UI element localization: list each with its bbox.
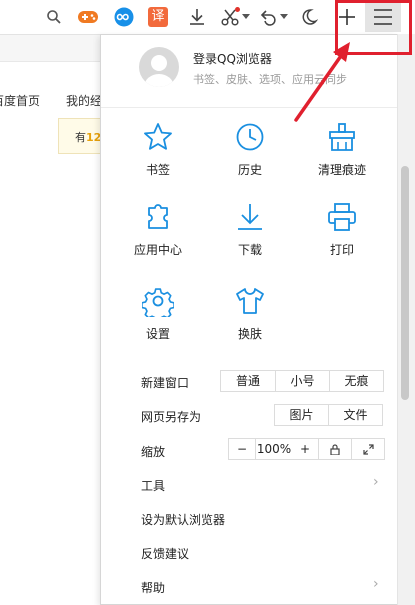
- chevron-right-icon: ›: [373, 474, 379, 490]
- zoom-out-button[interactable]: −: [229, 439, 256, 459]
- star-icon: [144, 123, 172, 150]
- menu-tools[interactable]: 工具: [141, 477, 165, 494]
- menu-bookmarks[interactable]: 书签: [113, 121, 203, 178]
- translate-glyph: 译: [148, 7, 168, 27]
- login-section[interactable]: 登录QQ浏览器 书签、皮肤、选项、应用云同步: [101, 35, 397, 108]
- menu-downloads-label: 下载: [237, 243, 262, 257]
- menu-app-center[interactable]: 应用中心: [113, 201, 203, 258]
- printer-icon: [328, 203, 356, 231]
- loop-icon[interactable]: [112, 5, 136, 29]
- menu-skins[interactable]: 换肤: [205, 285, 295, 342]
- login-title[interactable]: 登录QQ浏览器: [193, 50, 272, 67]
- menu-bookmarks-label: 书签: [145, 163, 170, 177]
- login-subtitle: 书签、皮肤、选项、应用云同步: [193, 73, 347, 86]
- download-icon: [238, 204, 262, 230]
- menu-print-label: 打印: [329, 243, 354, 257]
- new-window-options: 普通 小号 无痕: [220, 370, 384, 392]
- menu-feedback[interactable]: 反馈建议: [141, 545, 189, 562]
- page-tip-prefix: 有: [75, 131, 86, 144]
- browser-toolbar: 译: [0, 0, 415, 35]
- menu-clear-traces-label: 清理痕迹: [317, 163, 366, 177]
- new-window-label: 新建窗口: [141, 376, 190, 390]
- night-mode-icon[interactable]: [297, 5, 321, 29]
- menu-history[interactable]: 历史: [205, 121, 295, 178]
- chevron-down-icon[interactable]: [240, 5, 252, 29]
- new-window-normal-button[interactable]: 普通: [221, 371, 276, 391]
- menu-settings-label: 设置: [145, 327, 170, 341]
- menu-downloads[interactable]: 下载: [205, 201, 295, 258]
- undo-icon[interactable]: [256, 5, 280, 29]
- menu-help[interactable]: 帮助: [141, 579, 165, 596]
- zoom-value: 100%: [256, 442, 292, 456]
- fullscreen-button[interactable]: [352, 439, 384, 459]
- menu-icon: [374, 9, 392, 25]
- fullscreen-icon: [362, 444, 374, 455]
- page-link-mine[interactable]: 我的经: [66, 92, 102, 109]
- zoom-controls: − 100% +: [228, 438, 385, 460]
- page-top-strip: [0, 35, 100, 62]
- new-window-incognito-button[interactable]: 无痕: [330, 371, 383, 391]
- menu-settings[interactable]: 设置: [113, 285, 203, 342]
- menu-app-center-label: 应用中心: [133, 243, 182, 257]
- screenshot-icon[interactable]: [218, 5, 242, 29]
- puzzle-icon: [148, 204, 168, 229]
- search-icon[interactable]: [42, 5, 66, 29]
- menu-print[interactable]: 打印: [297, 201, 387, 258]
- shirt-icon: [236, 288, 264, 314]
- menu-skins-label: 换肤: [237, 327, 262, 341]
- menu-clear-traces[interactable]: 清理痕迹: [297, 121, 387, 178]
- gear-icon: [142, 288, 174, 317]
- clock-icon: [236, 123, 264, 151]
- broom-icon: [329, 123, 355, 151]
- plus-icon[interactable]: [335, 5, 359, 29]
- lock-icon: [330, 444, 340, 456]
- game-icon[interactable]: [76, 5, 100, 29]
- save-as-file-button[interactable]: 文件: [329, 405, 382, 425]
- zoom-label: 缩放: [141, 445, 166, 459]
- new-window-small-button[interactable]: 小号: [276, 371, 330, 391]
- save-as-label: 网页另存为: [141, 410, 202, 424]
- download-icon[interactable]: [185, 5, 209, 29]
- menu-set-default-browser[interactable]: 设为默认浏览器: [141, 511, 225, 528]
- zoom-in-button[interactable]: +: [292, 439, 319, 459]
- chevron-down-icon[interactable]: [278, 5, 290, 29]
- menu-history-label: 历史: [237, 163, 262, 177]
- translate-icon[interactable]: 译: [146, 5, 170, 29]
- save-as-options: 图片 文件: [274, 404, 383, 426]
- page-link-baidu[interactable]: 百度首页: [0, 92, 40, 109]
- avatar[interactable]: [139, 47, 179, 87]
- chevron-right-icon: ›: [373, 576, 379, 592]
- menu-button[interactable]: [365, 2, 401, 32]
- main-menu-panel: 登录QQ浏览器 书签、皮肤、选项、应用云同步 书签 历史 清理痕迹 应用中心 下…: [100, 34, 397, 605]
- zoom-lock-button[interactable]: [319, 439, 352, 459]
- menu-scrollbar-thumb[interactable]: [401, 166, 409, 400]
- save-as-image-button[interactable]: 图片: [275, 405, 329, 425]
